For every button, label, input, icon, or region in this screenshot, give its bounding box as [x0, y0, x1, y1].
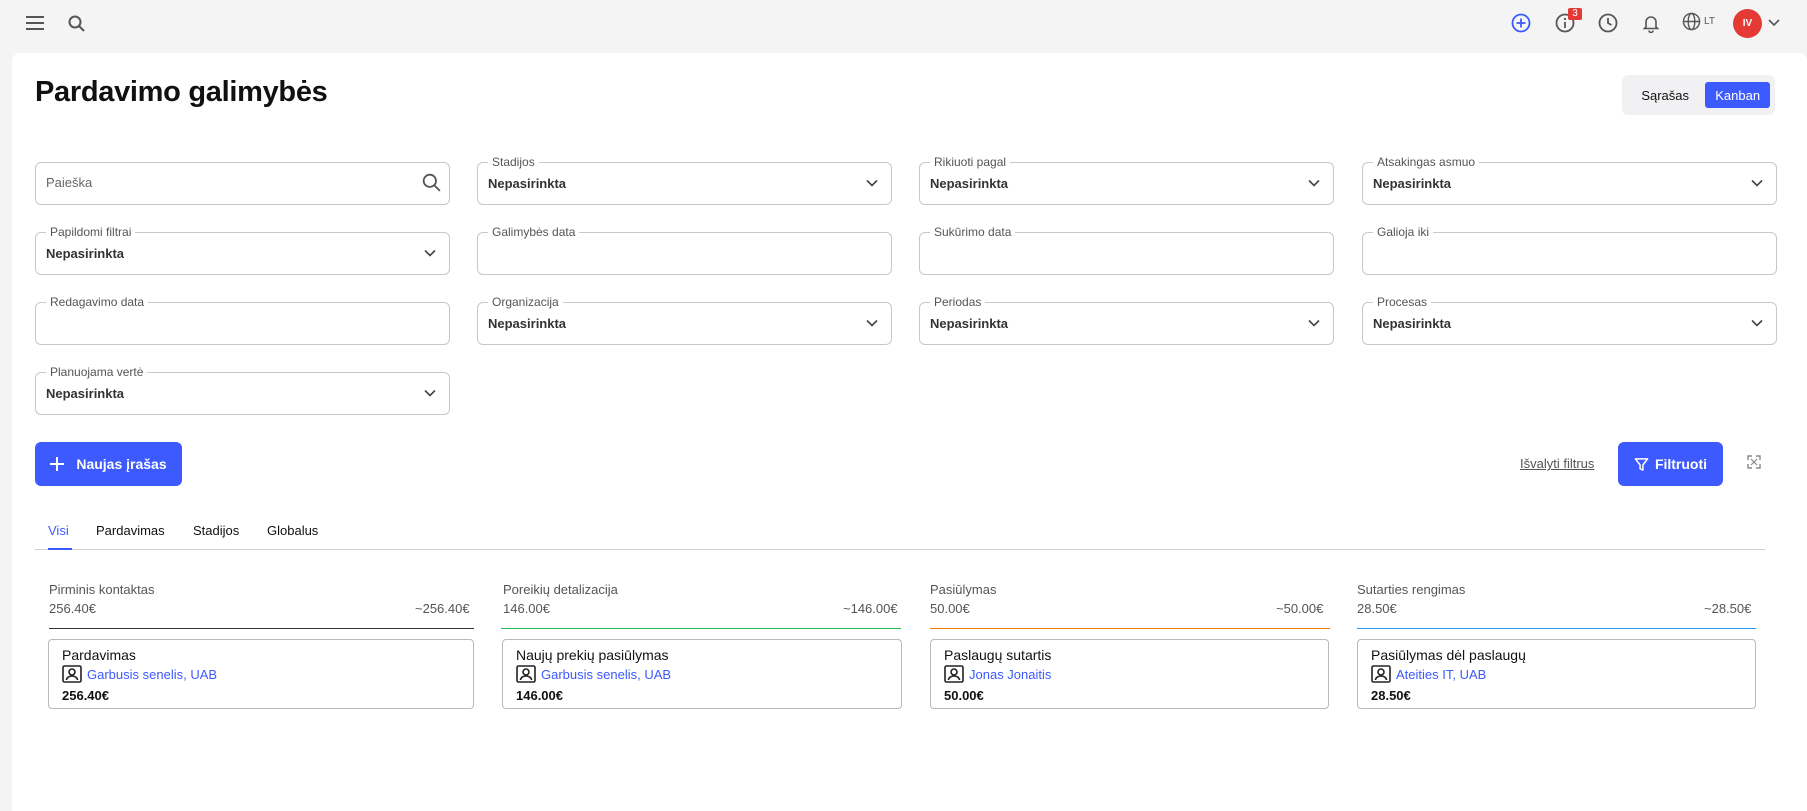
fullscreen-icon[interactable] — [1747, 455, 1761, 474]
clock-icon[interactable] — [1597, 12, 1619, 34]
kanban-view-button[interactable]: Kanban — [1705, 82, 1770, 108]
column-title: Sutarties rengimas — [1357, 582, 1466, 597]
valid-until-field[interactable]: Galioja iki — [1362, 224, 1777, 275]
contact-card-icon — [1371, 665, 1391, 683]
tab-globalus[interactable]: Globalus — [267, 523, 318, 538]
chevron-down-icon — [865, 316, 879, 335]
globe-icon — [1682, 12, 1701, 31]
clear-filters-link[interactable]: Išvalyti filtrus — [1520, 456, 1594, 471]
column-divider — [49, 628, 474, 629]
search-input[interactable]: Paieška — [35, 162, 450, 205]
column-estimate: ~256.40€ — [415, 601, 470, 616]
kanban-column: Pasiūlymas 50.00€ ~50.00€ Paslaugų sutar… — [930, 582, 1330, 709]
column-title: Pirminis kontaktas — [49, 582, 155, 597]
filter-label: Filtruoti — [1654, 456, 1708, 472]
contact-card-icon — [516, 665, 536, 683]
card-title: Pasiūlymas dėl paslaugų — [1371, 647, 1526, 663]
column-estimate: ~28.50€ — [1704, 601, 1752, 616]
chevron-down-icon — [1307, 176, 1321, 195]
card-value: 28.50€ — [1371, 688, 1411, 703]
new-record-button[interactable]: Naujas įrašas — [35, 442, 182, 486]
stages-select[interactable]: Stadijos Nepasirinkta — [477, 154, 892, 205]
active-tab-indicator — [48, 548, 72, 550]
card-title: Pardavimas — [62, 647, 136, 663]
kanban-column: Pirminis kontaktas 256.40€ ~256.40€ Pard… — [48, 582, 474, 709]
card-organization[interactable]: Garbusis senelis, UAB — [516, 665, 671, 683]
chevron-down-icon[interactable] — [1766, 16, 1782, 30]
column-divider — [1357, 628, 1756, 629]
tab-stadijos[interactable]: Stadijos — [193, 523, 239, 538]
plus-icon — [50, 457, 65, 471]
card-value: 146.00€ — [516, 688, 563, 703]
opportunity-card[interactable]: Pasiūlymas dėl paslaugų Ateities IT, UAB… — [1357, 639, 1756, 709]
tab-visi[interactable]: Visi — [48, 523, 69, 538]
top-bar: 3 LT IV — [0, 0, 1807, 46]
created-date-field[interactable]: Sukūrimo data — [919, 224, 1334, 275]
info-notifications-icon[interactable]: 3 — [1554, 8, 1582, 34]
column-total: 50.00€ — [930, 601, 970, 616]
column-divider — [501, 628, 901, 629]
chevron-down-icon — [423, 246, 437, 265]
opportunity-date-field[interactable]: Galimybės data — [477, 224, 892, 275]
column-total: 256.40€ — [49, 601, 96, 616]
search-icon[interactable] — [66, 13, 86, 33]
avatar[interactable]: IV — [1733, 9, 1762, 38]
list-view-button[interactable]: Sąrašas — [1627, 82, 1703, 108]
funnel-icon — [1634, 457, 1649, 471]
planned-value-select[interactable]: Planuojama vertė Nepasirinkta — [35, 364, 450, 415]
opportunity-card[interactable]: Naujų prekių pasiūlymas Garbusis senelis… — [502, 639, 902, 709]
column-estimate: ~50.00€ — [1276, 601, 1324, 616]
column-total: 28.50€ — [1357, 601, 1397, 616]
kanban-column: Poreikių detalizacija 146.00€ ~146.00€ N… — [501, 582, 902, 709]
chevron-down-icon — [1750, 176, 1764, 195]
page-title: Pardavimo galimybės — [35, 76, 328, 108]
card-value: 256.40€ — [62, 688, 109, 703]
column-total: 146.00€ — [503, 601, 550, 616]
period-select[interactable]: Periodas Nepasirinkta — [919, 294, 1334, 345]
bell-icon[interactable] — [1640, 12, 1662, 34]
column-title: Poreikių detalizacija — [503, 582, 618, 597]
responsible-select[interactable]: Atsakingas asmuo Nepasirinkta — [1362, 154, 1777, 205]
opportunity-card[interactable]: Paslaugų sutartis Jonas Jonaitis 50.00€ — [930, 639, 1329, 709]
card-organization[interactable]: Garbusis senelis, UAB — [62, 665, 217, 683]
filter-button[interactable]: Filtruoti — [1618, 442, 1723, 486]
card-organization[interactable]: Ateities IT, UAB — [1371, 665, 1486, 683]
notification-badge: 3 — [1568, 8, 1582, 20]
card-value: 50.00€ — [944, 688, 984, 703]
kanban-column: Sutarties rengimas 28.50€ ~28.50€ Pasiūl… — [1357, 582, 1756, 709]
process-select[interactable]: Procesas Nepasirinkta — [1362, 294, 1777, 345]
chevron-down-icon — [865, 176, 879, 195]
sort-by-select[interactable]: Rikiuoti pagal Nepasirinkta — [919, 154, 1334, 205]
new-record-label: Naujas įrašas — [76, 456, 167, 472]
organization-select[interactable]: Organizacija Nepasirinkta — [477, 294, 892, 345]
tab-pardavimas[interactable]: Pardavimas — [96, 523, 165, 538]
card-title: Paslaugų sutartis — [944, 647, 1052, 663]
column-title: Pasiūlymas — [930, 582, 997, 597]
card-title: Naujų prekių pasiūlymas — [516, 647, 669, 663]
search-icon[interactable] — [422, 173, 441, 197]
card-organization[interactable]: Jonas Jonaitis — [944, 665, 1051, 683]
add-circle-icon[interactable] — [1510, 12, 1532, 34]
chevron-down-icon — [1307, 316, 1321, 335]
contact-card-icon — [62, 665, 82, 683]
extra-filters-select[interactable]: Papildomi filtrai Nepasirinkta — [35, 224, 450, 275]
menu-icon[interactable] — [24, 13, 46, 33]
language-selector[interactable]: LT — [1682, 12, 1715, 31]
edited-date-field[interactable]: Redagavimo data — [35, 294, 450, 345]
chevron-down-icon — [1750, 316, 1764, 335]
view-toggle: Sąrašas Kanban — [1622, 75, 1775, 115]
tabs: Visi Pardavimas Stadijos Globalus — [35, 520, 1765, 550]
language-code: LT — [1704, 16, 1715, 27]
opportunity-card[interactable]: Pardavimas Garbusis senelis, UAB 256.40€ — [48, 639, 474, 709]
column-divider — [930, 628, 1330, 629]
chevron-down-icon — [423, 386, 437, 405]
contact-card-icon — [944, 665, 964, 683]
column-estimate: ~146.00€ — [843, 601, 898, 616]
